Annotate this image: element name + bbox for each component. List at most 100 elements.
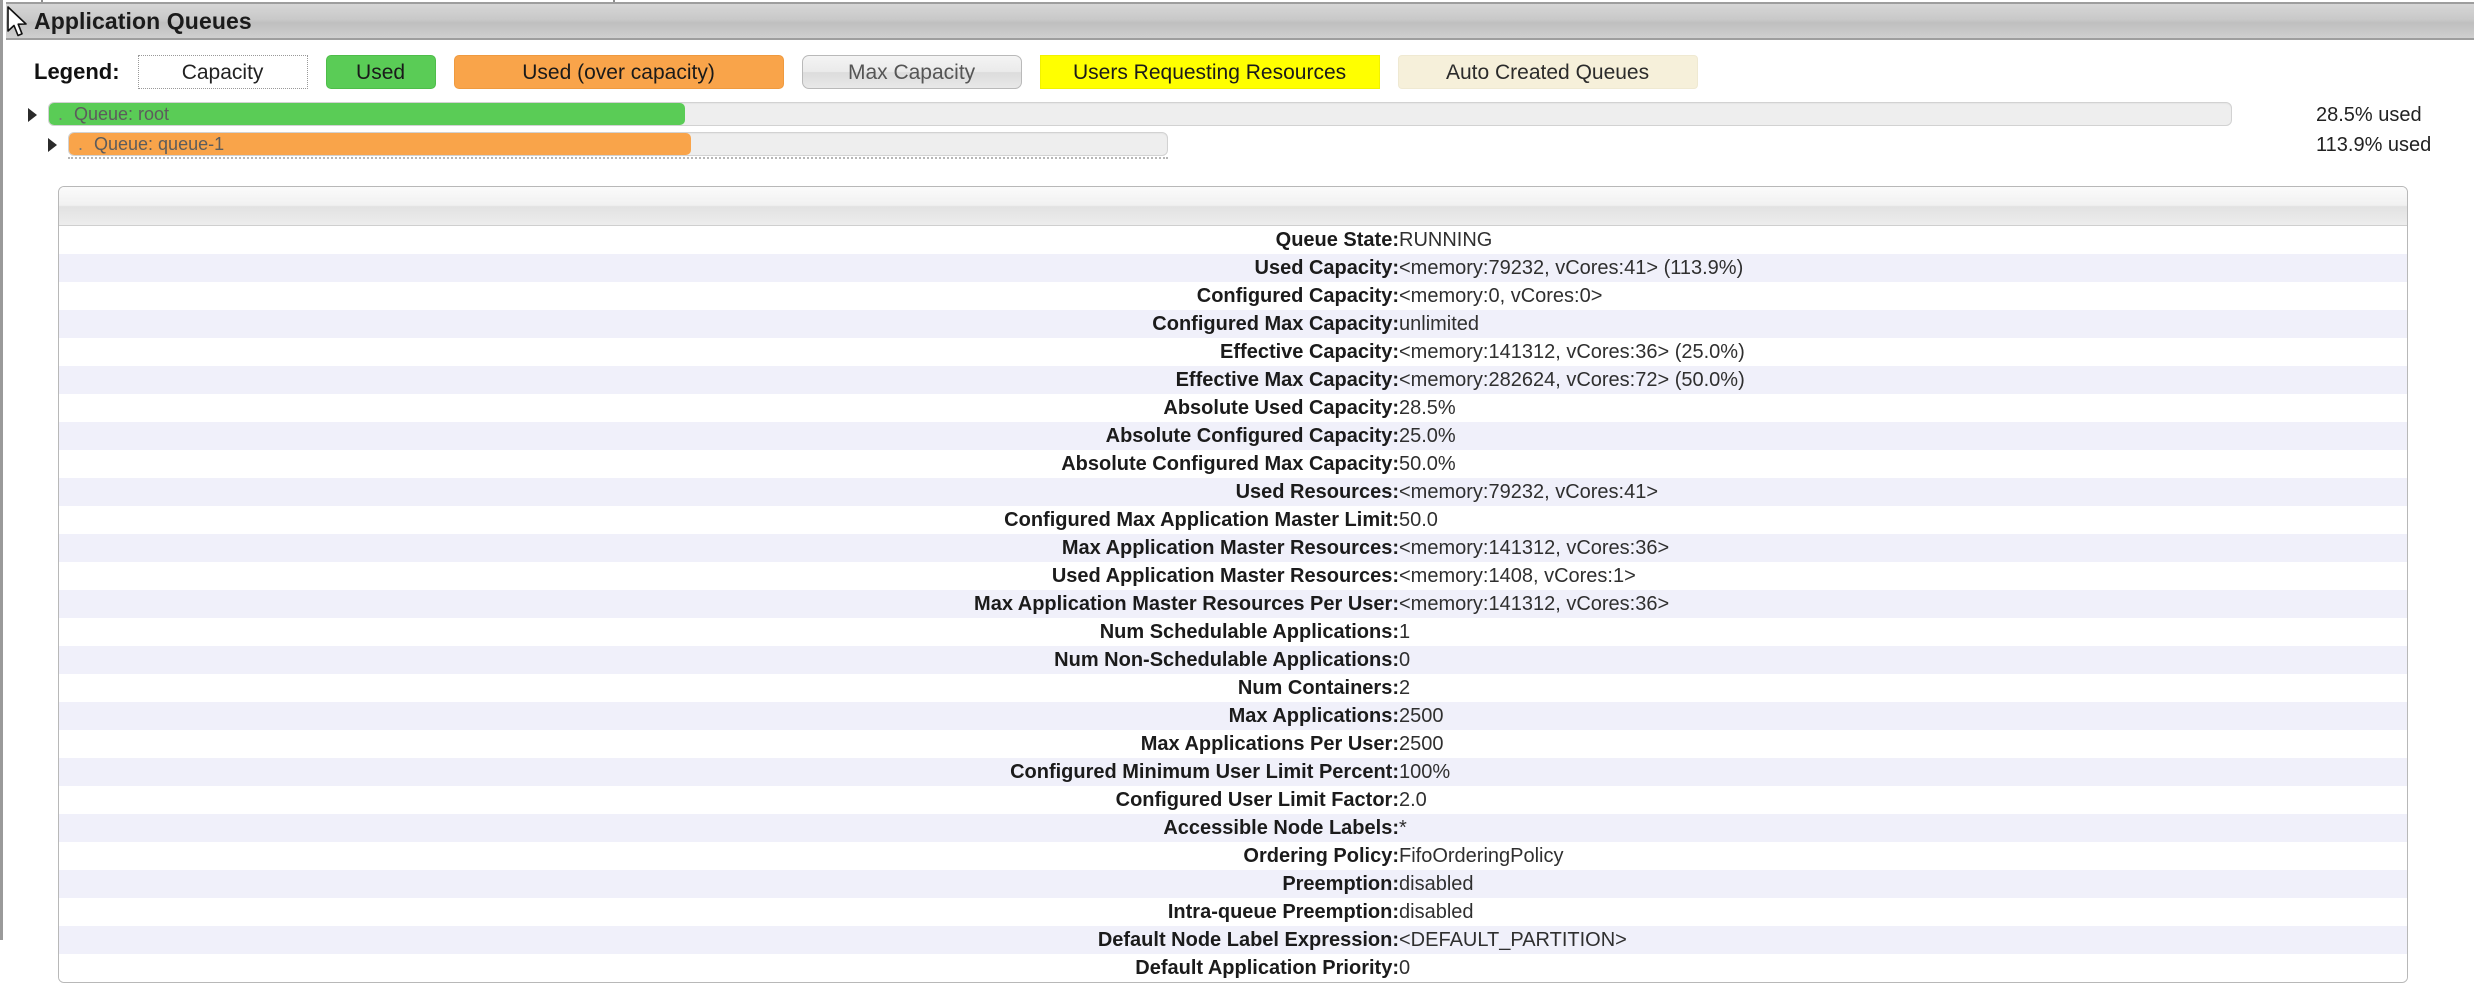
queue-dot: . <box>58 104 64 124</box>
table-row: Configured Max Capacity: unlimited <box>59 310 2407 338</box>
detail-key: Intra-queue Preemption: <box>1167 900 1399 923</box>
detail-value: 2 <box>1399 676 1411 699</box>
expand-arrow-icon[interactable] <box>28 108 37 122</box>
table-row: Queue State: RUNNING <box>59 226 2407 254</box>
detail-key: Configured User Limit Factor: <box>1115 788 1399 811</box>
queue-row-queue-1[interactable]: . Queue: queue-1 113.9% used <box>6 132 2474 159</box>
detail-key: Max Applications: <box>1228 704 1399 727</box>
table-row: Effective Max Capacity: <memory:282624, v… <box>59 366 2407 394</box>
detail-key: Max Applications Per User: <box>1140 732 1399 755</box>
queue-capacity-track <box>48 102 2232 126</box>
detail-value: <memory:79232, vCores:41> (113.9%) <box>1399 256 1744 279</box>
detail-value: 0 <box>1399 956 1411 979</box>
detail-value: 100% <box>1399 760 1451 783</box>
table-row: Ordering Policy: FifoOrderingPolicy <box>59 842 2407 870</box>
legend-item-max-capacity: Max Capacity <box>801 55 1022 89</box>
detail-key: Used Resources: <box>1235 480 1399 503</box>
detail-key: Configured Max Application Master Limit: <box>1004 508 1399 531</box>
legend: Legend: Capacity Used Used (over capacit… <box>6 40 2474 104</box>
queue-row-root[interactable]: . Queue: root 28.5% used <box>6 102 2474 128</box>
detail-value: FifoOrderingPolicy <box>1399 844 1564 867</box>
table-row: Absolute Configured Capacity: 25.0% <box>59 422 2407 450</box>
table-row: Effective Capacity: <memory:141312, vCore… <box>59 338 2407 366</box>
detail-value: <memory:141312, vCores:36> <box>1399 592 1670 615</box>
detail-key: Effective Capacity: <box>1220 340 1399 363</box>
queue-capacity-track <box>68 132 1168 156</box>
detail-key: Default Application Priority: <box>1135 956 1399 979</box>
queue-detail-table: Queue State: RUNNING Used Capacity: <memory… <box>59 226 2407 982</box>
detail-key: Max Application Master Resources: <box>1061 536 1399 559</box>
detail-value: <DEFAULT_PARTITION> <box>1399 928 1627 951</box>
queue-used-percent: 113.9% used <box>2316 134 2432 156</box>
detail-key: Absolute Used Capacity: <box>1163 396 1399 419</box>
legend-item-users-requesting: Users Requesting Resources <box>1039 55 1380 89</box>
queue-list: . Queue: root 28.5% used . Queue: queue-… <box>6 102 2474 162</box>
legend-item-capacity: Capacity <box>137 55 308 89</box>
table-row: Configured Max Application Master Limit:… <box>59 506 2407 534</box>
table-row: Absolute Used Capacity: 28.5% <box>59 394 2407 422</box>
table-row: Max Application Master Resources: <memory… <box>59 534 2407 562</box>
table-row: Absolute Configured Max Capacity: 50.0% <box>59 450 2407 478</box>
detail-value: 28.5% <box>1399 396 1456 419</box>
table-row: Preemption: disabled <box>59 870 2407 898</box>
detail-value: <memory:141312, vCores:36> <box>1399 536 1670 559</box>
detail-value: 2500 <box>1399 704 1444 727</box>
table-row: Default Application Priority: 0 <box>59 954 2407 982</box>
detail-key: Configured Capacity: <box>1196 284 1399 307</box>
table-row: Max Applications: 2500 <box>59 702 2407 730</box>
table-row: Configured User Limit Factor: 2.0 <box>59 786 2407 814</box>
detail-key: Queue State: <box>1275 228 1399 251</box>
detail-key: Used Capacity: <box>1254 256 1400 279</box>
detail-key: Default Node Label Expression: <box>1097 928 1399 951</box>
table-row: Max Applications Per User: 2500 <box>59 730 2407 758</box>
detail-value: 0 <box>1399 648 1411 671</box>
detail-key: Used Application Master Resources: <box>1051 564 1399 587</box>
detail-key: Ordering Policy: <box>1243 844 1399 867</box>
page-title-bar: Application Queues <box>6 2 2474 40</box>
detail-value: <memory:79232, vCores:41> <box>1399 480 1659 503</box>
detail-value: 1 <box>1399 620 1411 643</box>
detail-key: Absolute Configured Max Capacity: <box>1061 452 1399 475</box>
detail-key: Preemption: <box>1282 872 1399 895</box>
table-row: Num Non-Schedulable Applications: 0 <box>59 646 2407 674</box>
detail-value: * <box>1399 816 1407 839</box>
detail-value: <memory:0, vCores:0> <box>1399 284 1603 307</box>
detail-value: disabled <box>1399 872 1474 895</box>
legend-item-used-over-capacity: Used (over capacity) <box>453 55 784 89</box>
detail-value: <memory:1408, vCores:1> <box>1399 564 1636 587</box>
detail-key: Effective Max Capacity: <box>1175 368 1399 391</box>
table-row: Accessible Node Labels: * <box>59 814 2407 842</box>
expand-arrow-icon[interactable] <box>48 138 57 152</box>
queue-detail-panel: Queue State: RUNNING Used Capacity: <memory… <box>58 186 2408 983</box>
table-row: Used Capacity: <memory:79232, vCores:41> … <box>59 254 2407 282</box>
detail-value: 50.0 <box>1399 508 1438 531</box>
detail-value: <memory:282624, vCores:72> (50.0%) <box>1399 368 1745 391</box>
detail-key: Num Non-Schedulable Applications: <box>1054 648 1399 671</box>
table-row: Default Node Label Expression: <DEFAULT_P… <box>59 926 2407 954</box>
detail-value: 25.0% <box>1399 424 1456 447</box>
page-frame: Application Queues Legend: Capacity Used… <box>0 0 2474 983</box>
queue-name-label[interactable]: Queue: queue-1 <box>94 134 224 155</box>
detail-key: Configured Max Capacity: <box>1152 312 1399 335</box>
table-row: Max Application Master Resources Per Use… <box>59 590 2407 618</box>
queue-name-label[interactable]: Queue: root <box>74 104 169 125</box>
legend-label: Legend: <box>34 59 120 84</box>
table-row: Num Containers: 2 <box>59 674 2407 702</box>
detail-value: 2.0 <box>1399 788 1427 811</box>
detail-key: Accessible Node Labels: <box>1163 816 1399 839</box>
queue-used-percent: 28.5% used <box>2316 104 2422 126</box>
table-row: Used Resources: <memory:79232, vCores:41> <box>59 478 2407 506</box>
table-row: Used Application Master Resources: <memor… <box>59 562 2407 590</box>
detail-key: Num Containers: <box>1237 676 1399 699</box>
table-row: Intra-queue Preemption: disabled <box>59 898 2407 926</box>
legend-item-used: Used <box>325 55 436 89</box>
detail-value: <memory:141312, vCores:36> (25.0%) <box>1399 340 1745 363</box>
legend-item-auto-created-queues: Auto Created Queues <box>1397 55 1698 89</box>
detail-key: Max Application Master Resources Per Use… <box>974 592 1399 615</box>
configured-capacity-marker <box>68 157 1168 159</box>
detail-value: 50.0% <box>1399 452 1456 475</box>
detail-key: Absolute Configured Capacity: <box>1105 424 1399 447</box>
queue-dot: . <box>78 134 84 154</box>
page-title: Application Queues <box>34 7 252 34</box>
table-row: Configured Capacity: <memory:0, vCores:0> <box>59 282 2407 310</box>
